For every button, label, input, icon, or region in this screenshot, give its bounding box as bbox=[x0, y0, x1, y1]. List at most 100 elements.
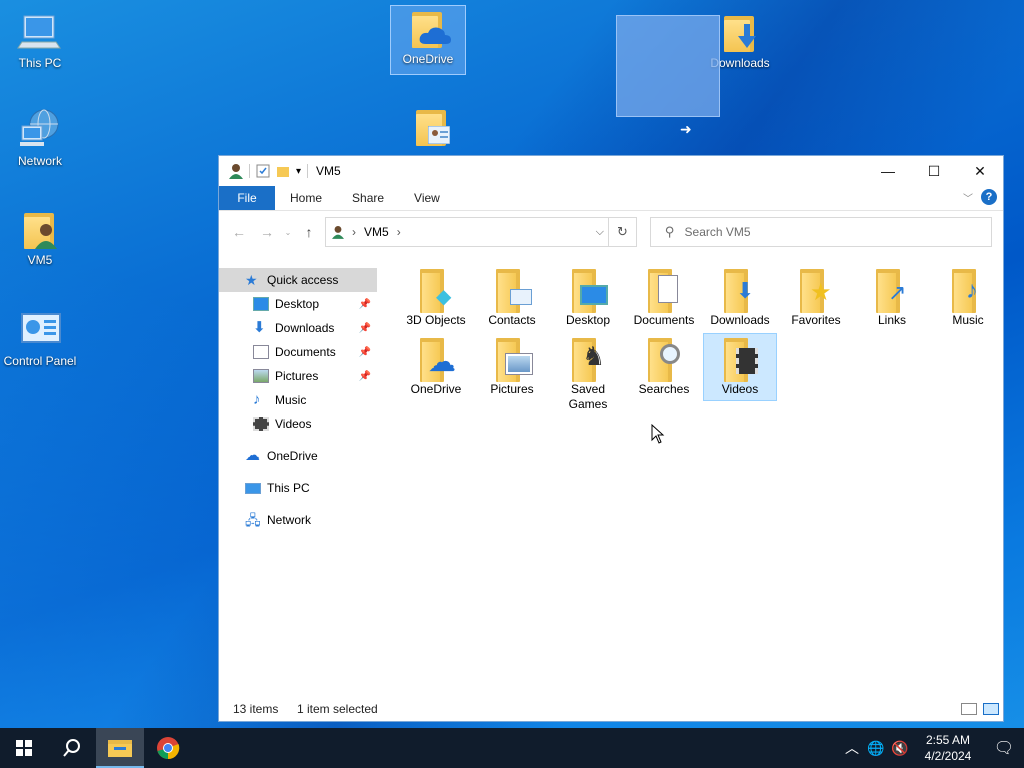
pin-icon: 📌 bbox=[358, 370, 371, 382]
chevron-right-icon[interactable]: › bbox=[397, 225, 401, 239]
desktop-icon-vm5[interactable]: VM5 bbox=[2, 207, 78, 267]
move-arrow-icon: ➜ bbox=[680, 121, 692, 137]
folder-documents[interactable]: Documents bbox=[627, 264, 701, 332]
folder-links[interactable]: ↗ Links bbox=[855, 264, 929, 332]
minimize-button[interactable]: — bbox=[865, 156, 911, 186]
new-folder-icon[interactable] bbox=[276, 164, 290, 178]
explorer-body: ★ Quick access Desktop 📌 ⬇ Downloads 📌 D… bbox=[219, 266, 1003, 701]
folder-saved-games[interactable]: ♞ Saved Games bbox=[551, 333, 625, 411]
properties-icon[interactable] bbox=[256, 164, 270, 178]
download-arrow-icon: ⬇ bbox=[253, 319, 266, 336]
large-icons-view-button[interactable] bbox=[983, 703, 999, 715]
tab-view[interactable]: View bbox=[399, 186, 455, 210]
up-button[interactable]: ↑ bbox=[295, 224, 323, 240]
user-folder-small-icon bbox=[332, 226, 344, 239]
folder-searches[interactable]: Searches bbox=[627, 333, 701, 401]
pin-icon: 📌 bbox=[358, 346, 371, 358]
customize-qat-chevron-icon[interactable]: ▾ bbox=[296, 166, 301, 177]
search-placeholder: Search VM5 bbox=[684, 225, 751, 239]
chevron-right-icon: › bbox=[352, 225, 356, 239]
network-icon: 🖧 bbox=[245, 512, 261, 528]
navigation-pane[interactable]: ★ Quick access Desktop 📌 ⬇ Downloads 📌 D… bbox=[219, 266, 377, 701]
folder-contacts[interactable]: Contacts bbox=[475, 264, 549, 332]
monitor-icon bbox=[580, 285, 608, 305]
folder-onedrive[interactable]: ☁ OneDrive bbox=[399, 333, 473, 401]
taskbar: ︿ 🌐 🔇 2:55 AM 4/2/2024 🗨 bbox=[0, 728, 1024, 768]
taskbar-chrome[interactable] bbox=[144, 728, 192, 768]
picture-icon bbox=[253, 369, 269, 383]
speaker-muted-icon[interactable]: 🔇 bbox=[888, 740, 912, 757]
clock[interactable]: 2:55 AM 4/2/2024 bbox=[912, 732, 984, 764]
forward-button[interactable]: → bbox=[253, 224, 281, 240]
document-icon bbox=[658, 275, 678, 303]
tab-home[interactable]: Home bbox=[275, 186, 337, 210]
drag-ghost bbox=[616, 15, 720, 117]
desktop-icon-network[interactable]: Network bbox=[2, 108, 78, 168]
contacts-folder-icon bbox=[408, 104, 456, 148]
mouse-cursor-icon bbox=[651, 424, 665, 444]
system-tray: ︿ 🌐 🔇 2:55 AM 4/2/2024 🗨 bbox=[840, 728, 1024, 768]
nav-this-pc[interactable]: This PC bbox=[219, 476, 377, 500]
start-button[interactable] bbox=[0, 728, 48, 768]
star-icon: ★ bbox=[245, 272, 258, 288]
pin-icon: 📌 bbox=[358, 298, 371, 310]
tab-share[interactable]: Share bbox=[337, 186, 399, 210]
breadcrumb-vm5[interactable]: VM5 bbox=[364, 225, 389, 239]
nav-quick-access[interactable]: ★ Quick access bbox=[219, 268, 377, 292]
desktop-icon-onedrive[interactable]: OneDrive bbox=[390, 5, 466, 75]
desktop-icon-contacts-partial[interactable] bbox=[394, 104, 470, 150]
folder-downloads[interactable]: ⬇ Downloads bbox=[703, 264, 777, 332]
close-button[interactable]: ✕ bbox=[957, 156, 1003, 186]
notifications-icon[interactable]: 🗨 bbox=[984, 738, 1024, 758]
file-explorer-window[interactable]: ▾ VM5 — ☐ ✕ File Home Share View ﹀ ? ← →… bbox=[218, 155, 1004, 722]
nav-onedrive[interactable]: ☁ OneDrive bbox=[219, 444, 377, 468]
folder-pictures[interactable]: Pictures bbox=[475, 333, 549, 401]
desktop-icon-control-panel[interactable]: Control Panel bbox=[2, 308, 78, 368]
expand-ribbon-chevron-icon[interactable]: ﹀ bbox=[963, 190, 973, 205]
taskbar-file-explorer[interactable] bbox=[96, 728, 144, 768]
network-globe-icon bbox=[16, 108, 64, 152]
pin-icon: 📌 bbox=[358, 322, 371, 334]
search-input[interactable]: ⚲ Search VM5 bbox=[650, 217, 992, 247]
nav-quick-downloads[interactable]: ⬇ Downloads 📌 bbox=[219, 316, 377, 340]
nav-quick-desktop[interactable]: Desktop 📌 bbox=[219, 292, 377, 316]
search-button[interactable] bbox=[48, 728, 96, 768]
nav-network[interactable]: 🖧 Network bbox=[219, 508, 377, 532]
folder-videos[interactable]: Videos bbox=[703, 333, 777, 401]
file-list[interactable]: ◆ 3D Objects Contacts Desktop Documents bbox=[397, 266, 1003, 701]
address-history-chevron-icon[interactable]: ⌵ bbox=[596, 226, 604, 239]
nav-quick-videos[interactable]: Videos bbox=[219, 412, 377, 436]
film-strip-icon bbox=[253, 417, 269, 431]
maximize-button[interactable]: ☐ bbox=[911, 156, 957, 186]
refresh-button[interactable]: ↻ bbox=[608, 218, 636, 246]
nav-quick-pictures[interactable]: Pictures 📌 bbox=[219, 364, 377, 388]
folder-favorites[interactable]: ★ Favorites bbox=[779, 264, 853, 332]
back-button[interactable]: ← bbox=[225, 224, 253, 240]
chevron-up-icon[interactable]: ︿ bbox=[840, 738, 864, 758]
desktop-icon bbox=[253, 297, 269, 311]
desktop-icon-label: This PC bbox=[18, 56, 62, 70]
clock-time: 2:55 AM bbox=[925, 733, 971, 747]
nav-quick-documents[interactable]: Documents 📌 bbox=[219, 340, 377, 364]
chess-piece-icon: ♞ bbox=[582, 341, 606, 371]
tab-file[interactable]: File bbox=[219, 186, 275, 210]
folder-music[interactable]: ♪ Music bbox=[931, 264, 1005, 332]
address-bar[interactable]: › VM5 › ⌵ ↻ bbox=[325, 217, 637, 247]
folder-desktop[interactable]: Desktop bbox=[551, 264, 625, 332]
file-explorer-icon bbox=[108, 740, 132, 757]
title-bar[interactable]: ▾ VM5 — ☐ ✕ bbox=[219, 156, 1003, 186]
address-row: ← → ⌄ ↑ › VM5 › ⌵ ↻ ⚲ Search VM5 bbox=[219, 211, 1003, 253]
user-folder-icon bbox=[16, 207, 64, 251]
clock-date: 4/2/2024 bbox=[924, 749, 972, 763]
folder-3d-objects[interactable]: ◆ 3D Objects bbox=[399, 264, 473, 332]
recent-locations-chevron-icon[interactable]: ⌄ bbox=[281, 228, 295, 237]
desktop-icon-this-pc[interactable]: This PC bbox=[2, 10, 78, 70]
details-view-button[interactable] bbox=[961, 703, 977, 715]
window-controls: — ☐ ✕ bbox=[865, 156, 1003, 186]
help-button[interactable]: ? bbox=[981, 189, 997, 205]
desktop-icon-label: Control Panel bbox=[3, 354, 77, 368]
item-count: 13 items bbox=[233, 702, 279, 716]
network-globe-icon[interactable]: 🌐 bbox=[864, 740, 888, 757]
nav-quick-music[interactable]: ♪ Music bbox=[219, 388, 377, 412]
computer-icon bbox=[245, 482, 261, 494]
